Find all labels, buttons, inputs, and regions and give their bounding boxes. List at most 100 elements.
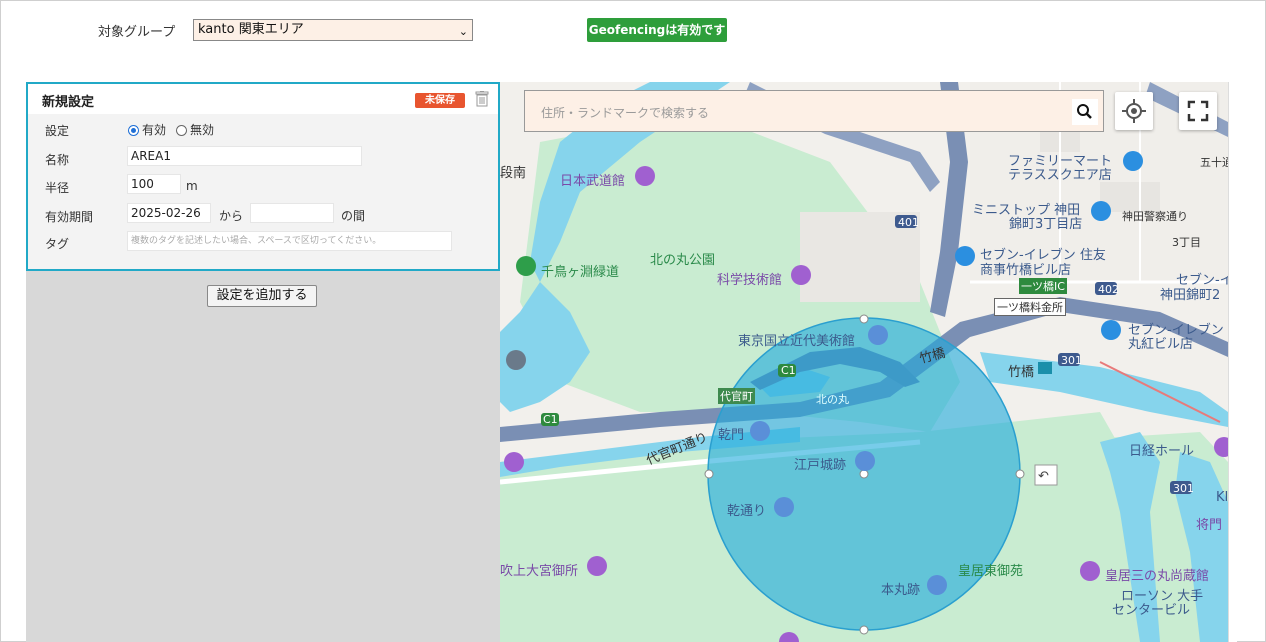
enabled-label: 有効	[142, 123, 167, 137]
map-label: 江戸城跡	[794, 458, 847, 473]
map-label: 将門	[1196, 518, 1223, 533]
map-border	[1228, 82, 1237, 642]
geofencing-status-badge: Geofencingは有効です	[587, 18, 727, 42]
map-label: 皇居東御苑	[958, 564, 1024, 579]
period-from-suffix: から	[219, 209, 244, 223]
map-label: 千鳥ヶ淵緑道	[541, 265, 620, 280]
svg-text:↶: ↶	[1038, 469, 1049, 484]
map-search-input[interactable]: 住所・ランドマークで検索する	[524, 90, 1104, 132]
circle-handle	[859, 625, 869, 635]
crosshair-icon	[1122, 99, 1146, 123]
fullscreen-icon	[1187, 100, 1209, 122]
map-search-button[interactable]	[1072, 99, 1098, 125]
circle-handle	[859, 314, 869, 324]
map-label: 3丁目	[1172, 236, 1201, 249]
map-label: 一ツ橋料金所	[994, 298, 1066, 316]
poi-marker	[791, 265, 811, 285]
map-label: 乾門	[718, 428, 745, 443]
map-label: 五十通り	[1200, 156, 1228, 169]
chevron-down-icon: ⌄	[458, 25, 468, 38]
radio-disabled-icon[interactable]	[176, 125, 187, 136]
disabled-radio[interactable]: 無効	[176, 121, 214, 138]
poi-marker	[1091, 201, 1111, 221]
poi-marker	[506, 350, 526, 370]
add-setting-button[interactable]: 設定を追加する	[207, 285, 317, 307]
map-label: 神田錦町2	[1160, 288, 1221, 303]
panel-title: 新規設定	[42, 95, 95, 110]
poi-marker	[868, 325, 888, 345]
poi-marker	[1101, 320, 1121, 340]
search-icon	[1077, 104, 1092, 119]
poi-marker	[504, 452, 524, 472]
map-label: 301	[1173, 482, 1194, 495]
map-search-placeholder: 住所・ランドマークで検索する	[541, 106, 710, 120]
poi-marker	[774, 497, 794, 517]
setting-label: 設定	[45, 124, 70, 138]
poi-marker	[955, 246, 975, 266]
map-label: 竹橋	[1008, 365, 1035, 380]
radius-unit: m	[186, 179, 198, 193]
poi-marker	[855, 451, 875, 471]
map-label: 段南	[500, 166, 527, 181]
group-label: 対象グループ	[98, 25, 176, 40]
map-label: 日経ホール	[1129, 444, 1195, 459]
current-location-button[interactable]	[1115, 92, 1153, 130]
map[interactable]: ↶ 住所・ランドマークで検索する 日本武道館 北の丸公園 科学技術館 千鳥ヶ淵緑…	[500, 82, 1228, 642]
disabled-label: 無効	[190, 123, 215, 137]
map-label: 東京国立近代美術館	[738, 334, 856, 349]
radius-input[interactable]: 100	[127, 174, 181, 194]
map-label: 402	[1098, 283, 1119, 296]
map-label: 北の丸公園	[650, 253, 716, 268]
map-label: 商事竹橋ビル店	[980, 263, 1072, 278]
name-label: 名称	[45, 153, 70, 167]
poi-marker	[635, 166, 655, 186]
period-label: 有効期間	[45, 210, 94, 224]
poi-marker	[516, 256, 536, 276]
station-marker	[1038, 362, 1052, 374]
map-label: 一ツ橋IC	[1019, 278, 1067, 294]
period-from-input[interactable]: 2025-02-26	[127, 203, 211, 223]
poi-marker	[1123, 151, 1143, 171]
map-label: センタービル	[1112, 603, 1191, 618]
period-to-input[interactable]	[250, 203, 334, 223]
tag-label: タグ	[45, 237, 70, 251]
map-label: C1	[781, 364, 796, 377]
poi-marker	[927, 575, 947, 595]
fullscreen-button[interactable]	[1179, 92, 1217, 130]
enabled-radio[interactable]: 有効	[128, 121, 166, 138]
map-label: 皇居三の丸尚蔵館	[1105, 569, 1210, 584]
map-label: 丸紅ビル店	[1128, 337, 1194, 352]
map-canvas[interactable]: ↶	[500, 82, 1228, 642]
poi-marker	[587, 556, 607, 576]
radio-enabled-icon[interactable]	[128, 125, 139, 136]
trash-icon[interactable]	[475, 91, 489, 107]
circle-center-handle	[859, 469, 869, 479]
map-label: 本丸跡	[881, 583, 921, 598]
poi-marker	[1080, 561, 1100, 581]
map-label: テラススクエア店	[1008, 168, 1112, 183]
map-label: 乾通り	[727, 504, 767, 519]
map-label: 代官町	[718, 388, 755, 404]
map-label: KI	[1216, 490, 1228, 505]
radius-label: 半径	[45, 181, 70, 195]
map-label: 錦町3丁目店	[1009, 217, 1083, 232]
map-label: 科学技術館	[717, 273, 783, 288]
map-label: 日本武道館	[560, 174, 626, 189]
circle-handle	[704, 469, 714, 479]
group-select-value: kanto 関東エリア	[198, 22, 304, 37]
circle-handle	[1015, 469, 1025, 479]
poi-marker	[750, 421, 770, 441]
setting-panel: 新規設定 未保存 設定 有効 無効 名称 AREA1 半径 100 m 有効期間…	[26, 82, 500, 271]
map-label: C1	[543, 413, 558, 426]
map-label: 神田警察通り	[1122, 210, 1188, 223]
unsaved-badge: 未保存	[415, 93, 465, 108]
group-select[interactable]: kanto 関東エリア ⌄	[193, 19, 473, 41]
map-label: 301	[1061, 354, 1082, 367]
map-label: 401	[898, 216, 919, 229]
name-input[interactable]: AREA1	[127, 146, 362, 166]
map-label: 吹上大宮御所	[500, 564, 579, 579]
map-label: 北の丸	[816, 393, 849, 406]
period-to-suffix: の間	[341, 209, 366, 223]
tag-input[interactable]: 複数のタグを記述したい場合、スペースで区切ってください。	[127, 231, 452, 251]
panel-header: 新規設定 未保存	[28, 84, 498, 114]
